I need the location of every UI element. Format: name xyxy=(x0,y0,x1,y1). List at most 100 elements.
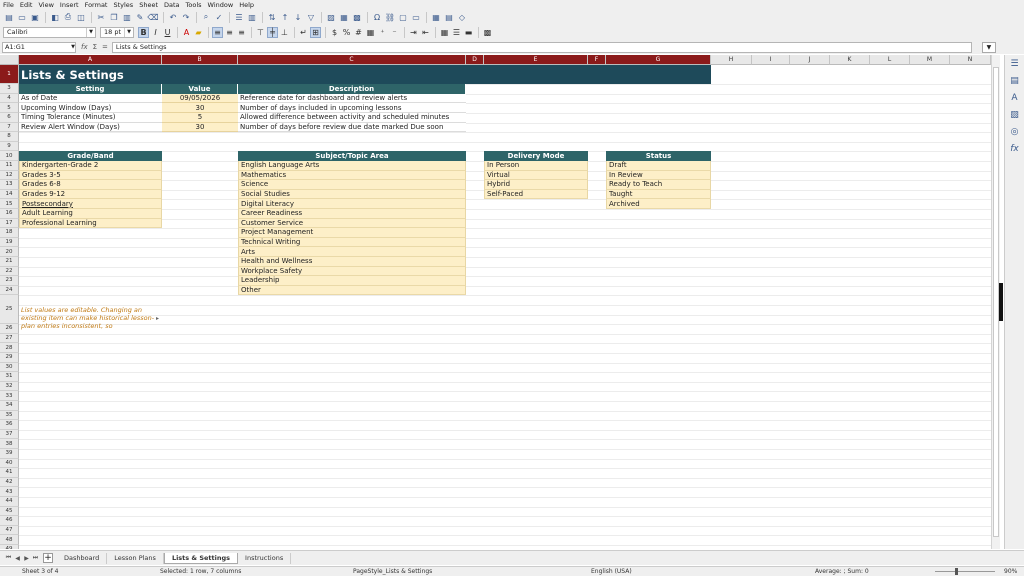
settings-column-header[interactable]: Value xyxy=(162,84,238,94)
grade-band-list-item[interactable]: Grades 3-5 xyxy=(19,170,162,181)
column-header[interactable]: M xyxy=(910,55,950,65)
row-header[interactable]: 20 xyxy=(0,247,19,257)
chevron-down-icon[interactable]: ▼ xyxy=(86,27,95,37)
row-header[interactable]: 19 xyxy=(0,237,19,248)
hyperlink-icon[interactable]: ⛓ xyxy=(384,12,396,23)
column-header[interactable]: I xyxy=(752,55,790,65)
row-header[interactable]: 25 xyxy=(0,295,19,325)
column-header[interactable]: B xyxy=(162,55,238,65)
column-header[interactable]: J xyxy=(790,55,830,65)
autofilter-icon[interactable]: ▽ xyxy=(305,12,317,23)
row-header[interactable]: 32 xyxy=(0,381,19,392)
delivery-mode-list-item[interactable]: Self-Paced xyxy=(484,189,588,200)
row-header[interactable]: 1 xyxy=(0,65,19,85)
row-header[interactable]: 9 xyxy=(0,141,19,152)
setting-description-cell[interactable]: Allowed difference between activity and … xyxy=(238,113,466,123)
setting-name-cell[interactable]: Timing Tolerance (Minutes) xyxy=(19,113,162,123)
add-decimal-icon[interactable]: ⁺ xyxy=(377,27,388,38)
column-icon[interactable]: ▥ xyxy=(246,12,258,23)
row-header[interactable]: 33 xyxy=(0,391,19,401)
subject-topic-list-item[interactable]: Digital Literacy xyxy=(238,199,466,209)
menu-data[interactable]: Data xyxy=(164,1,180,9)
status-list-item[interactable]: Ready to Teach xyxy=(606,180,711,190)
function-wizard-icon[interactable]: fx xyxy=(81,43,88,51)
wrap-text-icon[interactable]: ↵ xyxy=(298,27,309,38)
highlight-color-icon[interactable]: ▰ xyxy=(193,27,204,38)
setting-value-cell[interactable]: 30 xyxy=(162,103,238,113)
add-sheet-icon[interactable]: + xyxy=(43,553,53,563)
row-header[interactable]: 29 xyxy=(0,353,19,363)
navigator-icon[interactable]: ◎ xyxy=(1009,126,1021,138)
row-header[interactable]: 42 xyxy=(0,477,19,488)
last-sheet-icon[interactable]: ⏭ xyxy=(31,554,40,562)
sort-ascending-icon[interactable]: ↑ xyxy=(279,12,291,23)
row-header[interactable]: 21 xyxy=(0,257,19,267)
subject-topic-list-header[interactable]: Subject/Topic Area xyxy=(238,151,466,161)
settings-column-header[interactable]: Setting xyxy=(19,84,162,94)
align-left-icon[interactable]: ≡ xyxy=(212,26,223,38)
special-character-icon[interactable]: Ω xyxy=(371,12,383,23)
subject-topic-list-item[interactable]: Career Readiness xyxy=(238,209,466,219)
setting-name-cell[interactable]: Review Alert Window (Days) xyxy=(19,122,162,133)
formula-input[interactable]: Lists & Settings xyxy=(111,41,972,53)
menu-window[interactable]: Window xyxy=(208,1,234,9)
increase-indent-icon[interactable]: ⇥ xyxy=(408,27,419,38)
subject-topic-list-item[interactable]: English Language Arts xyxy=(238,161,466,171)
row-header[interactable]: 31 xyxy=(0,372,19,382)
subject-topic-list-item[interactable]: Customer Service xyxy=(238,218,466,229)
list-edit-note[interactable]: List values are editable. Changing an ex… xyxy=(19,305,162,334)
row-header[interactable]: 26 xyxy=(0,324,19,334)
column-header[interactable]: H xyxy=(711,55,752,65)
menu-sheet[interactable]: Sheet xyxy=(139,1,158,9)
align-center-icon[interactable]: ≡ xyxy=(224,27,235,38)
column-header[interactable]: E xyxy=(484,55,588,65)
subject-topic-list-item[interactable]: Arts xyxy=(238,247,466,257)
row-header[interactable]: 14 xyxy=(0,189,19,200)
setting-description-cell[interactable]: Number of days included in upcoming less… xyxy=(238,103,466,113)
formula-icon[interactable]: = xyxy=(102,43,108,51)
status-summary[interactable]: Average: ; Sum: 0 xyxy=(815,568,869,575)
subject-topic-list-item[interactable]: Mathematics xyxy=(238,170,466,181)
menu-file[interactable]: File xyxy=(3,1,14,9)
grade-band-list-item[interactable]: Grades 9-12 xyxy=(19,189,162,200)
setting-description-cell[interactable]: Number of days before review due date ma… xyxy=(238,122,466,133)
row-header[interactable]: 39 xyxy=(0,449,19,459)
row-header[interactable]: 46 xyxy=(0,516,19,526)
row-header[interactable]: 45 xyxy=(0,506,19,517)
row-header[interactable]: 49 xyxy=(0,545,19,549)
show-draw-functions-icon[interactable]: ◇ xyxy=(456,12,468,23)
delivery-mode-list-header[interactable]: Delivery Mode xyxy=(484,151,588,161)
column-header[interactable]: F xyxy=(588,55,606,65)
row-header[interactable]: 47 xyxy=(0,525,19,536)
subject-topic-list-item[interactable]: Other xyxy=(238,285,466,296)
clear-formatting-icon[interactable]: ⌫ xyxy=(147,12,159,23)
print-preview-icon[interactable]: ◫ xyxy=(75,12,87,23)
tab-instructions[interactable]: Instructions xyxy=(238,552,292,564)
tab-dashboard[interactable]: Dashboard xyxy=(57,552,108,564)
row-header[interactable]: 27 xyxy=(0,333,19,344)
menu-help[interactable]: Help xyxy=(239,1,254,9)
row-header[interactable]: 7 xyxy=(0,122,19,133)
align-top-icon[interactable]: ⊤ xyxy=(255,27,266,38)
row-header[interactable]: 23 xyxy=(0,276,19,286)
sidebar-menu-icon[interactable]: ☰ xyxy=(1009,58,1021,70)
number-format-icon[interactable]: # xyxy=(353,27,364,38)
status-page-style[interactable]: PageStyle_Lists & Settings xyxy=(353,568,432,575)
save-icon[interactable]: ▣ xyxy=(29,12,41,23)
percent-format-icon[interactable]: % xyxy=(341,27,352,38)
merge-center-icon[interactable]: ⊞ xyxy=(310,26,321,38)
subject-topic-list-item[interactable]: Social Studies xyxy=(238,189,466,200)
delivery-mode-list-item[interactable]: In Person xyxy=(484,161,588,171)
row-header[interactable]: 24 xyxy=(0,285,19,296)
paste-icon[interactable]: ▥ xyxy=(121,12,133,23)
grade-band-list-item[interactable]: Grades 6-8 xyxy=(19,180,162,190)
row-header[interactable]: 11 xyxy=(0,161,19,171)
grade-band-list-item[interactable]: Professional Learning xyxy=(19,218,162,229)
row-header[interactable]: 35 xyxy=(0,410,19,421)
page-title[interactable]: Lists & Settings xyxy=(19,65,711,85)
image-icon[interactable]: ▨ xyxy=(325,12,337,23)
align-bottom-icon[interactable]: ⊥ xyxy=(279,27,290,38)
row-header[interactable]: 6 xyxy=(0,113,19,123)
menu-format[interactable]: Format xyxy=(85,1,108,9)
row-header[interactable]: 40 xyxy=(0,458,19,469)
